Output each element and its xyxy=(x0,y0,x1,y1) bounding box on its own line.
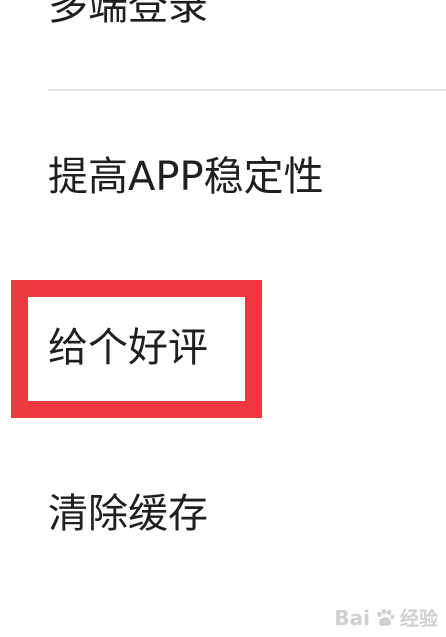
menu-item-clear-cache[interactable]: 清除缓存 xyxy=(48,494,208,534)
watermark-brand-text: Bai xyxy=(334,605,370,630)
menu-item-multi-device-login[interactable]: 多端登录 xyxy=(48,0,208,26)
highlight-annotation-box xyxy=(11,280,262,418)
divider xyxy=(48,89,446,91)
baidu-paw-icon xyxy=(377,608,395,626)
baidu-jingyan-watermark: Bai 经验 xyxy=(334,604,438,631)
settings-screen: 多端登录 提高APP稳定性 给个好评 清除缓存 Bai 经验 xyxy=(0,0,446,637)
watermark-suffix-text: 经验 xyxy=(399,608,438,630)
menu-item-improve-app-stability[interactable]: 提高APP稳定性 xyxy=(48,157,324,197)
